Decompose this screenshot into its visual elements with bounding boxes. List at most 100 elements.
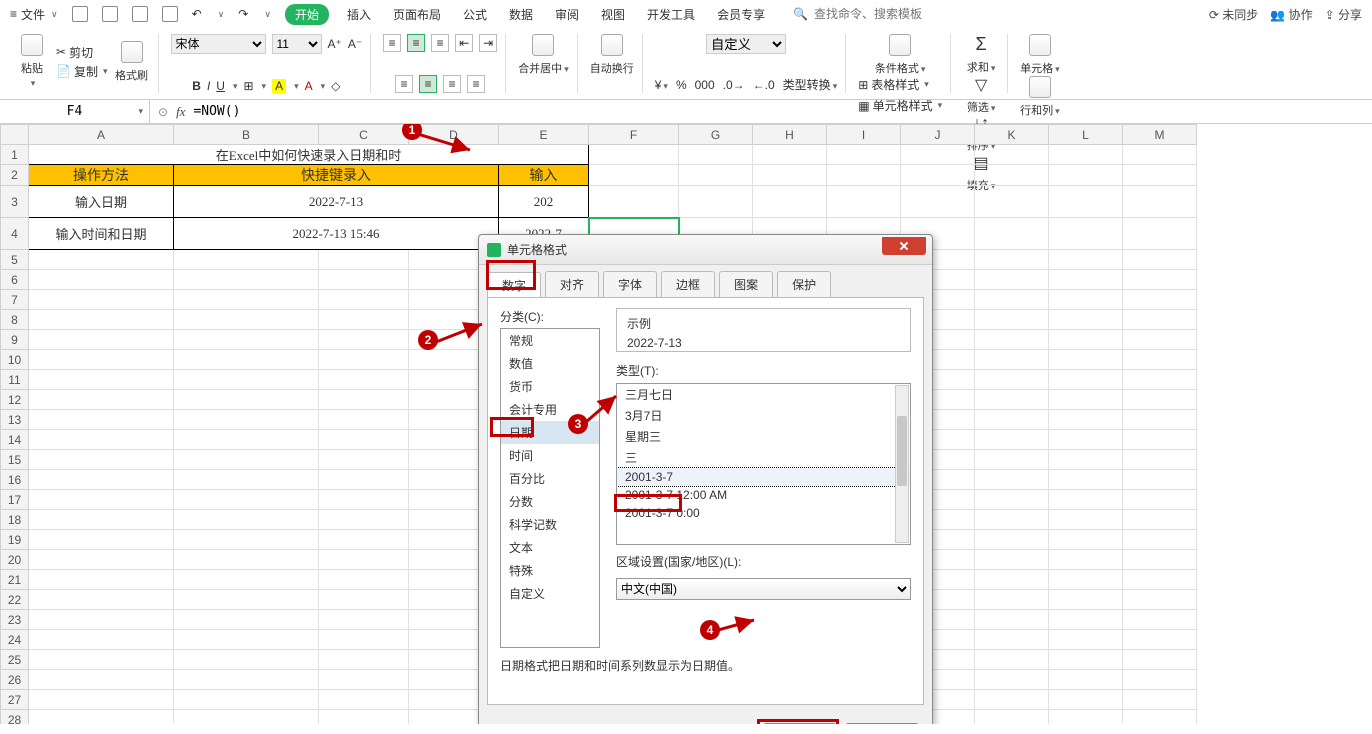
grid-cell[interactable] xyxy=(1123,510,1197,530)
grid-cell[interactable] xyxy=(29,410,174,430)
grid-cell[interactable] xyxy=(1123,470,1197,490)
category-item[interactable]: 百分比 xyxy=(501,467,599,490)
grid-cell[interactable] xyxy=(975,650,1049,670)
col-header[interactable]: L xyxy=(1049,125,1123,145)
grid-cell[interactable] xyxy=(975,270,1049,290)
row-header[interactable]: 10 xyxy=(1,350,29,370)
grid-cell[interactable] xyxy=(827,145,901,165)
name-box[interactable]: ▾ xyxy=(0,100,150,123)
sum-button[interactable]: Σ求和▾ xyxy=(963,34,999,75)
grid-cell[interactable] xyxy=(319,330,409,350)
grid-cell[interactable] xyxy=(319,490,409,510)
grid-cell[interactable] xyxy=(975,490,1049,510)
row-header[interactable]: 11 xyxy=(1,370,29,390)
row-header[interactable]: 22 xyxy=(1,590,29,610)
grid-cell[interactable] xyxy=(975,590,1049,610)
grid-cell[interactable] xyxy=(975,570,1049,590)
grid-cell[interactable] xyxy=(1049,510,1123,530)
grid-cell[interactable] xyxy=(319,250,409,270)
row-header[interactable]: 1 xyxy=(1,145,29,165)
grid-cell[interactable] xyxy=(174,510,319,530)
grid-cell[interactable] xyxy=(29,650,174,670)
grid-cell[interactable] xyxy=(975,450,1049,470)
grid-cell[interactable] xyxy=(1049,430,1123,450)
col-header[interactable]: C xyxy=(319,125,409,145)
row-header[interactable]: 9 xyxy=(1,330,29,350)
row-header[interactable]: 7 xyxy=(1,290,29,310)
grid-cell[interactable] xyxy=(975,530,1049,550)
dialog-tab-边框[interactable]: 边框 xyxy=(661,271,715,297)
indent-dec-icon[interactable]: ⇤ xyxy=(455,34,473,52)
grid-cell[interactable] xyxy=(174,650,319,670)
type-item[interactable]: 2001-3-7 0:00 xyxy=(617,504,910,522)
tab-formula[interactable]: 公式 xyxy=(459,4,491,25)
align-top-icon[interactable]: ≡ xyxy=(383,34,401,52)
grid-cell[interactable] xyxy=(1123,370,1197,390)
number-format-select[interactable]: 自定义 xyxy=(706,34,786,54)
category-item[interactable]: 科学记数 xyxy=(501,513,599,536)
grid-cell[interactable] xyxy=(1123,410,1197,430)
grid-cell[interactable] xyxy=(589,186,679,218)
grid-cell[interactable] xyxy=(29,330,174,350)
grid-cell[interactable] xyxy=(975,390,1049,410)
grid-cell[interactable] xyxy=(901,145,975,165)
grid-cell[interactable] xyxy=(1123,290,1197,310)
row-header[interactable]: 3 xyxy=(1,186,29,218)
tab-insert[interactable]: 插入 xyxy=(343,4,375,25)
inc-decimal-icon[interactable]: .0→ xyxy=(723,78,745,92)
grid-cell[interactable] xyxy=(1123,610,1197,630)
row-header[interactable]: 25 xyxy=(1,650,29,670)
grid-cell[interactable] xyxy=(1049,218,1123,250)
formula-bar[interactable] xyxy=(193,104,393,119)
type-item[interactable]: 2001-3-7 12:00 AM xyxy=(617,486,910,504)
grid-cell[interactable] xyxy=(174,290,319,310)
align-left-icon[interactable]: ≡ xyxy=(395,75,413,93)
grid-cell[interactable] xyxy=(319,290,409,310)
grid-cell[interactable] xyxy=(1123,710,1197,725)
file-menu[interactable]: ≡ 文件 ∨ xyxy=(10,6,58,23)
format-painter-button[interactable]: 格式刷 xyxy=(114,41,150,83)
wrap-text-button[interactable]: 自动换行 xyxy=(590,34,634,76)
col-header[interactable]: E xyxy=(499,125,589,145)
grid-cell[interactable] xyxy=(319,690,409,710)
row-header[interactable]: 20 xyxy=(1,550,29,570)
col-header[interactable]: J xyxy=(901,125,975,145)
row-header[interactable]: 19 xyxy=(1,530,29,550)
grid-cell[interactable] xyxy=(1123,250,1197,270)
grid-cell[interactable] xyxy=(174,570,319,590)
coop-button[interactable]: 👥 协作 xyxy=(1270,6,1312,23)
grid-cell[interactable] xyxy=(29,610,174,630)
col-header[interactable]: F xyxy=(589,125,679,145)
grid-cell[interactable] xyxy=(1049,186,1123,218)
grid-cell[interactable] xyxy=(1123,270,1197,290)
grid-cell[interactable] xyxy=(1049,690,1123,710)
row-header[interactable]: 6 xyxy=(1,270,29,290)
category-item[interactable]: 时间 xyxy=(501,444,599,467)
grid-cell[interactable] xyxy=(29,290,174,310)
grid-cell[interactable] xyxy=(1049,550,1123,570)
bold-button[interactable]: B xyxy=(192,79,201,93)
type-item[interactable]: 三月七日 xyxy=(617,384,910,405)
grid-cell[interactable] xyxy=(174,390,319,410)
row-header[interactable]: 16 xyxy=(1,470,29,490)
unsync-status[interactable]: ⟳ 未同步 xyxy=(1209,6,1258,23)
grid-cell[interactable] xyxy=(319,450,409,470)
align-right-icon[interactable]: ≡ xyxy=(443,75,461,93)
type-item[interactable]: 三 xyxy=(617,447,910,468)
italic-button[interactable]: I xyxy=(207,79,210,93)
grid-cell[interactable] xyxy=(1049,650,1123,670)
grid-cell[interactable] xyxy=(1049,570,1123,590)
justify-icon[interactable]: ≡ xyxy=(467,75,485,93)
type-item[interactable]: 3月7日 xyxy=(617,405,910,426)
grid-cell[interactable] xyxy=(174,630,319,650)
grid-cell[interactable] xyxy=(1049,390,1123,410)
grid-cell[interactable] xyxy=(1049,145,1123,165)
grid-cell[interactable] xyxy=(975,470,1049,490)
row-header[interactable]: 13 xyxy=(1,410,29,430)
grid-cell[interactable] xyxy=(1049,270,1123,290)
dialog-tab-图案[interactable]: 图案 xyxy=(719,271,773,297)
tab-member[interactable]: 会员专享 xyxy=(713,4,769,25)
paste-button[interactable]: 粘贴▾ xyxy=(14,34,50,89)
grid-cell[interactable] xyxy=(319,430,409,450)
grid-cell[interactable] xyxy=(753,145,827,165)
